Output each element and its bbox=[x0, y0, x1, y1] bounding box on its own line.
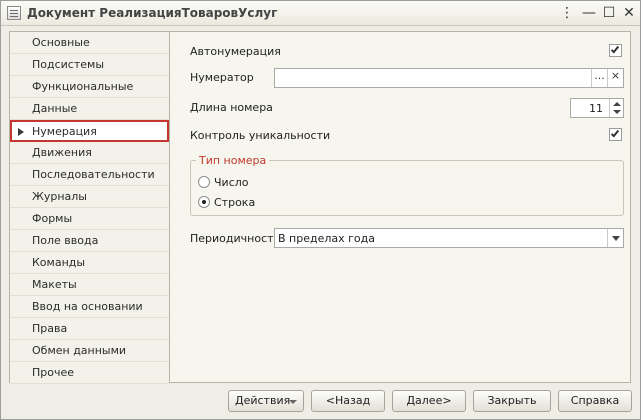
document-icon bbox=[7, 6, 21, 20]
title-bar: Документ РеализацияТоваровУслуг ⋮ — ☐ ✕ bbox=[1, 1, 640, 26]
sidebar-item-movements[interactable]: Движения bbox=[10, 142, 169, 164]
radio-dot-icon bbox=[202, 200, 206, 204]
number-type-string-radio[interactable] bbox=[198, 196, 210, 208]
uniqueness-control-checkbox[interactable] bbox=[609, 128, 622, 141]
sidebar-item-label: Данные bbox=[32, 102, 78, 115]
help-button[interactable]: Справка bbox=[558, 390, 632, 412]
window: Документ РеализацияТоваровУслуг ⋮ — ☐ ✕ … bbox=[0, 0, 641, 420]
number-length-stepper[interactable]: 11 bbox=[570, 98, 624, 118]
sidebar-item-label: Обмен данными bbox=[32, 344, 127, 357]
periodicity-label: Периодичность bbox=[190, 232, 281, 245]
periodicity-select[interactable]: В пределах года bbox=[274, 228, 624, 248]
periodicity-value: В пределах года bbox=[278, 232, 375, 245]
sidebar-item-input-field[interactable]: Поле ввода bbox=[10, 230, 169, 252]
sidebar-item-label: Движения bbox=[32, 146, 92, 159]
numerator-clear-button[interactable]: × bbox=[607, 69, 623, 87]
numerator-field[interactable]: ... × bbox=[274, 68, 624, 88]
checkmark-icon bbox=[610, 128, 620, 138]
sidebar-item-label: Последовательности bbox=[32, 168, 155, 181]
active-arrow-icon bbox=[18, 128, 24, 136]
sidebar-item-rights[interactable]: Права bbox=[10, 318, 169, 340]
sidebar-item-journals[interactable]: Журналы bbox=[10, 186, 169, 208]
number-length-value: 11 bbox=[589, 102, 603, 115]
chevron-down-icon[interactable] bbox=[607, 229, 623, 247]
numerator-select-button[interactable]: ... bbox=[591, 69, 607, 87]
decrement-icon[interactable] bbox=[613, 110, 621, 114]
sidebar-item-label: Макеты bbox=[32, 278, 77, 291]
sidebar-item-label: Основные bbox=[32, 36, 90, 49]
sidebar-item-subsystems[interactable]: Подсистемы bbox=[10, 54, 169, 76]
next-button[interactable]: Далее> bbox=[392, 390, 466, 412]
uniqueness-control-label: Контроль уникальности bbox=[190, 129, 331, 142]
sidebar-item-label: Поле ввода bbox=[32, 234, 99, 247]
sidebar-item-label: Подсистемы bbox=[32, 58, 105, 71]
number-type-string-label: Строка bbox=[214, 196, 256, 209]
number-type-number-label: Число bbox=[214, 176, 249, 189]
sidebar-item-data-exchange[interactable]: Обмен данными bbox=[10, 340, 169, 362]
sidebar-item-label: Ввод на основании bbox=[32, 300, 143, 313]
sidebar-item-label: Формы bbox=[32, 212, 73, 225]
actions-button-label: Действия bbox=[235, 394, 291, 407]
sidebar-item-numbering[interactable]: Нумерация bbox=[10, 120, 169, 142]
sidebar: Основные Подсистемы Функциональные опции… bbox=[9, 31, 170, 384]
sidebar-item-input-by-basis[interactable]: Ввод на основании bbox=[10, 296, 169, 318]
number-length-label: Длина номера bbox=[190, 101, 273, 114]
sidebar-item-label: Журналы bbox=[32, 190, 87, 203]
number-type-number-radio[interactable] bbox=[198, 176, 210, 188]
numerator-label: Нумератор bbox=[190, 71, 254, 84]
stepper-buttons[interactable] bbox=[609, 99, 623, 117]
sidebar-item-label: Права bbox=[32, 322, 68, 335]
sidebar-item-forms[interactable]: Формы bbox=[10, 208, 169, 230]
sidebar-item-label: Команды bbox=[32, 256, 86, 269]
more-icon[interactable]: ⋮ bbox=[557, 3, 577, 23]
maximize-button[interactable]: ☐ bbox=[599, 3, 619, 23]
sidebar-item-data[interactable]: Данные bbox=[10, 98, 169, 120]
sidebar-item-other[interactable]: Прочее bbox=[10, 362, 169, 384]
sidebar-item-functional-options[interactable]: Функциональные опции bbox=[10, 76, 169, 114]
dropdown-arrow-icon bbox=[289, 400, 297, 404]
close-button[interactable]: Закрыть bbox=[473, 390, 551, 412]
minimize-button[interactable]: — bbox=[579, 3, 599, 23]
sidebar-item-label: Прочее bbox=[32, 366, 75, 379]
sidebar-item-commands[interactable]: Команды bbox=[10, 252, 169, 274]
window-title: Документ РеализацияТоваровУслуг bbox=[27, 6, 278, 20]
sidebar-item-main[interactable]: Основные bbox=[10, 32, 169, 54]
checkmark-icon bbox=[610, 44, 620, 54]
back-button[interactable]: <Назад bbox=[311, 390, 385, 412]
increment-icon[interactable] bbox=[613, 102, 621, 106]
actions-button[interactable]: Действия bbox=[228, 390, 304, 412]
autonumbering-label: Автонумерация bbox=[190, 45, 281, 58]
close-window-button[interactable]: ✕ bbox=[619, 3, 639, 23]
sidebar-item-sequences[interactable]: Последовательности bbox=[10, 164, 169, 186]
number-type-title: Тип номера bbox=[196, 154, 270, 167]
sidebar-item-templates[interactable]: Макеты bbox=[10, 274, 169, 296]
sidebar-item-label: Нумерация bbox=[32, 125, 97, 138]
autonumbering-checkbox[interactable] bbox=[609, 44, 622, 57]
